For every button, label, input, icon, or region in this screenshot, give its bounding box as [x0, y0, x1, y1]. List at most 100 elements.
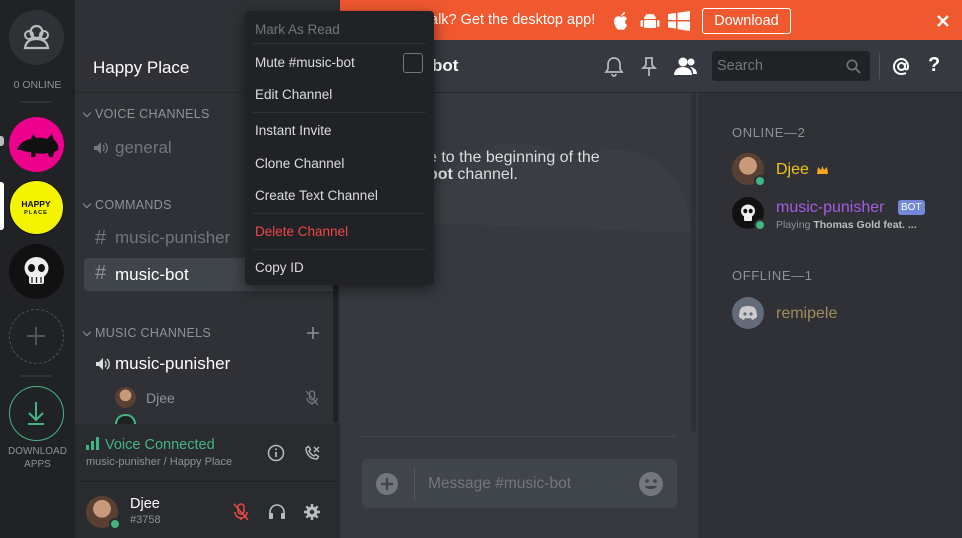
server-rail: 0 ONLINE HAPPY PLACE DOWNLOAD APPS [0, 0, 75, 538]
menu-edit-channel[interactable]: Edit Channel [255, 87, 332, 102]
header-divider [879, 53, 880, 79]
composer-separator [414, 467, 415, 500]
pin-icon[interactable] [640, 56, 658, 77]
friends-home-button[interactable] [9, 10, 64, 65]
online-header: ONLINE—2 [732, 125, 806, 140]
username: Djee [130, 496, 160, 512]
user-panel: Djee #3758 [75, 483, 340, 538]
settings-gear-icon[interactable] [303, 503, 321, 521]
menu-separator [253, 112, 426, 113]
hash-icon: # [95, 262, 107, 284]
speaker-icon [94, 142, 108, 154]
rail-divider-2 [20, 375, 52, 377]
add-server-button[interactable] [9, 309, 64, 364]
help-icon[interactable]: ? [928, 54, 940, 77]
channel-context-menu: Mark As Read Mute #music-bot Edit Channe… [245, 11, 434, 285]
welcome-line-1: e to the beginning of the [428, 149, 600, 166]
bell-icon[interactable] [604, 56, 624, 77]
download-icon [28, 402, 44, 425]
happy-place-logo-subtext: PLACE [24, 210, 48, 216]
banner-text: alk? Get the desktop app! [430, 12, 596, 28]
download-apps-button[interactable] [9, 386, 64, 441]
menu-separator [253, 249, 426, 250]
avatar [732, 297, 764, 329]
voice-member-djee[interactable]: Djee [115, 387, 327, 409]
add-channel-icon[interactable] [305, 325, 321, 341]
search-box[interactable]: Search [712, 51, 870, 81]
member-djee[interactable]: Djee [732, 153, 942, 187]
upload-plus-icon[interactable] [375, 472, 399, 496]
member-name-djee: Djee [776, 161, 809, 178]
channel-title: bot [432, 56, 459, 75]
happy-place-logo-text: HAPPY [21, 199, 51, 209]
composer-divider [360, 436, 677, 437]
message-input-placeholder[interactable]: Message #music-bot [428, 475, 571, 493]
welcome-line-2-rest: channel. [452, 166, 518, 183]
crown-icon [817, 166, 828, 174]
discord-default-avatar-icon [739, 306, 757, 320]
server-skull[interactable] [9, 244, 64, 299]
channel-name-music-punisher-voice: music-punisher [115, 354, 231, 373]
download-button[interactable]: Download [702, 8, 791, 34]
active-server-pill [0, 182, 4, 230]
online-count: 0 ONLINE [13, 79, 62, 91]
rail-divider [20, 101, 52, 103]
close-icon[interactable] [937, 15, 949, 27]
server-name: Happy Place [93, 58, 190, 77]
mute-checkbox[interactable] [403, 53, 423, 73]
online-status-dot [109, 518, 121, 530]
voice-member-name: Djee [146, 390, 175, 406]
speaker-icon [96, 358, 110, 370]
plus-icon [27, 327, 45, 345]
avatar-partial [115, 414, 136, 424]
friends-icon [23, 24, 50, 50]
menu-instant-invite[interactable]: Instant Invite [255, 123, 332, 138]
member-name-music-punisher: music-punisher [776, 199, 885, 216]
info-icon[interactable] [267, 444, 285, 462]
search-icon [846, 59, 861, 74]
disconnect-icon[interactable] [303, 444, 321, 462]
windows-icon[interactable] [668, 11, 690, 31]
member-activity: Playing Thomas Gold feat. ... [776, 219, 926, 231]
menu-mute-channel[interactable]: Mute #music-bot [255, 55, 355, 70]
apple-icon[interactable] [612, 11, 630, 31]
hash-icon: # [95, 227, 107, 249]
member-list-icon[interactable] [673, 57, 697, 76]
chat-scrollbar[interactable] [691, 93, 696, 433]
chevron-down-icon [82, 108, 92, 118]
category-music-channels[interactable]: MUSIC CHANNELS [95, 326, 211, 340]
channel-name-general: general [115, 138, 172, 157]
server-rhino[interactable] [9, 117, 64, 172]
category-voice-channels[interactable]: VOICE CHANNELS [95, 107, 210, 121]
emoji-icon[interactable] [638, 471, 664, 497]
mentions-icon[interactable] [891, 56, 912, 77]
menu-mark-as-read[interactable]: Mark As Read [255, 22, 340, 37]
download-apps-label-2: APPS [24, 459, 51, 470]
voice-location: music-punisher / Happy Place [86, 456, 233, 468]
menu-clone-channel[interactable]: Clone Channel [255, 156, 344, 171]
voice-connected-status[interactable]: Voice Connected [105, 437, 215, 453]
headphones-icon[interactable] [268, 503, 286, 520]
menu-delete-channel[interactable]: Delete Channel [255, 224, 348, 239]
muted-microphone-icon[interactable] [233, 503, 249, 521]
bot-badge: BOT [898, 200, 925, 215]
chevron-down-icon [82, 327, 92, 337]
avatar [115, 387, 136, 408]
unread-indicator [0, 136, 4, 146]
search-placeholder: Search [717, 58, 763, 74]
member-music-punisher[interactable]: music-punisher BOT Playing Thomas Gold f… [732, 197, 952, 233]
category-commands[interactable]: COMMANDS [95, 198, 172, 212]
muted-mic-icon [305, 390, 319, 406]
signal-bars-icon [86, 437, 99, 450]
server-happy-place[interactable]: HAPPY PLACE [9, 180, 64, 235]
menu-copy-id[interactable]: Copy ID [255, 260, 304, 275]
discord-app: 0 ONLINE HAPPY PLACE DOWNLOAD APPS Happy… [0, 0, 962, 538]
message-composer[interactable]: Message #music-bot [362, 459, 677, 508]
android-icon[interactable] [640, 11, 660, 31]
download-apps-label-1: DOWNLOAD [8, 446, 67, 457]
skull-icon [24, 257, 49, 284]
activity-prefix: Playing [776, 219, 814, 231]
menu-create-text-channel[interactable]: Create Text Channel [255, 188, 378, 203]
menu-separator [253, 213, 426, 214]
member-remipele[interactable]: remipele [732, 297, 942, 331]
